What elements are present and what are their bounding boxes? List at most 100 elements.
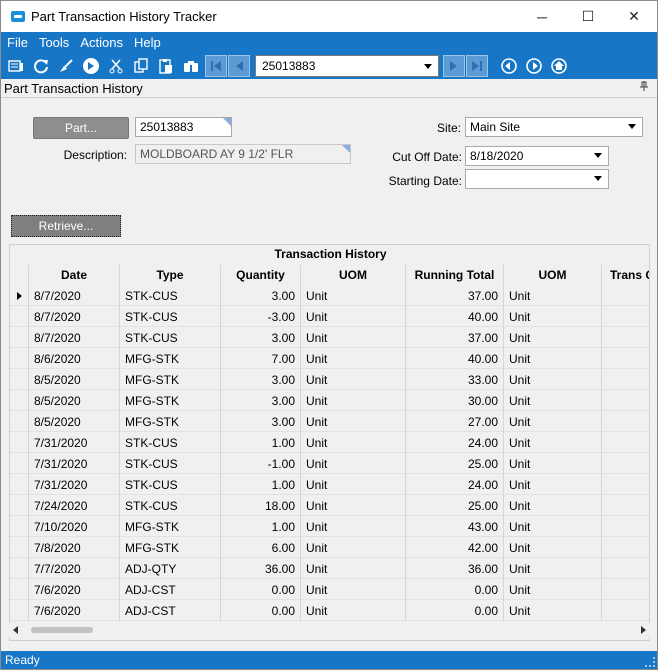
clear-icon[interactable]	[55, 55, 77, 77]
cell-running-total[interactable]: 37.00	[406, 285, 504, 306]
cell-date[interactable]: 8/7/2020	[29, 285, 120, 306]
cell-type[interactable]: STK-CUS	[120, 327, 221, 348]
table-row[interactable]: 7/7/2020 ADJ-QTY 36.00 Unit 36.00 Unit	[10, 558, 649, 579]
cell-type[interactable]: MFG-STK	[120, 537, 221, 558]
home-icon[interactable]	[548, 55, 570, 77]
cell-uom-2[interactable]: Unit	[504, 558, 602, 579]
site-dropdown[interactable]: Main Site	[465, 117, 643, 137]
table-row[interactable]: 8/7/2020 STK-CUS -3.00 Unit 40.00 Unit	[10, 306, 649, 327]
starting-date-field[interactable]	[465, 169, 609, 189]
binoculars-icon[interactable]	[180, 55, 202, 77]
back-circle-icon[interactable]	[498, 55, 520, 77]
menu-actions[interactable]: Actions	[75, 35, 128, 50]
resize-grip-icon[interactable]	[645, 657, 655, 667]
cell-type[interactable]: MFG-STK	[120, 348, 221, 369]
cell-uom-2[interactable]: Unit	[504, 453, 602, 474]
cell-trans-qty[interactable]	[602, 600, 649, 621]
paste-icon[interactable]	[155, 55, 177, 77]
cell-quantity[interactable]: 3.00	[221, 369, 301, 390]
cutoff-date-field[interactable]: 8/18/2020	[465, 146, 609, 166]
cell-type[interactable]: ADJ-QTY	[120, 558, 221, 579]
cell-uom-2[interactable]: Unit	[504, 516, 602, 537]
cell-date[interactable]: 7/24/2020	[29, 495, 120, 516]
cell-uom-2[interactable]: Unit	[504, 600, 602, 621]
cell-running-total[interactable]: 0.00	[406, 600, 504, 621]
retrieve-button[interactable]: Retrieve...	[11, 215, 121, 237]
cell-uom-2[interactable]: Unit	[504, 411, 602, 432]
row-selector[interactable]	[10, 516, 29, 537]
cell-running-total[interactable]: 40.00	[406, 348, 504, 369]
cell-uom-2[interactable]: Unit	[504, 495, 602, 516]
cell-date[interactable]: 7/7/2020	[29, 558, 120, 579]
row-selector[interactable]	[10, 474, 29, 495]
cell-trans-qty[interactable]	[602, 432, 649, 453]
cell-date[interactable]: 7/8/2020	[29, 537, 120, 558]
cell-trans-qty[interactable]	[602, 411, 649, 432]
cell-uom[interactable]: Unit	[301, 369, 406, 390]
cell-uom[interactable]: Unit	[301, 495, 406, 516]
cell-type[interactable]: MFG-STK	[120, 369, 221, 390]
cell-running-total[interactable]: 24.00	[406, 432, 504, 453]
cell-running-total[interactable]: 33.00	[406, 369, 504, 390]
cell-running-total[interactable]: 25.00	[406, 495, 504, 516]
cut-icon[interactable]	[105, 55, 127, 77]
table-row[interactable]: 8/5/2020 MFG-STK 3.00 Unit 27.00 Unit	[10, 411, 649, 432]
cell-running-total[interactable]: 30.00	[406, 390, 504, 411]
part-button[interactable]: Part...	[33, 117, 129, 139]
cell-date[interactable]: 8/7/2020	[29, 327, 120, 348]
table-row[interactable]: 7/31/2020 STK-CUS 1.00 Unit 24.00 Unit	[10, 432, 649, 453]
row-selector[interactable]	[10, 390, 29, 411]
copy-icon[interactable]	[130, 55, 152, 77]
cell-quantity[interactable]: 1.00	[221, 516, 301, 537]
cell-quantity[interactable]: 3.00	[221, 390, 301, 411]
cell-quantity[interactable]: 18.00	[221, 495, 301, 516]
table-row[interactable]: 7/10/2020 MFG-STK 1.00 Unit 43.00 Unit	[10, 516, 649, 537]
cell-running-total[interactable]: 24.00	[406, 474, 504, 495]
menu-file[interactable]: File	[2, 35, 33, 50]
cell-trans-qty[interactable]	[602, 474, 649, 495]
menu-help[interactable]: Help	[129, 35, 166, 50]
cell-uom[interactable]: Unit	[301, 390, 406, 411]
cell-quantity[interactable]: 3.00	[221, 285, 301, 306]
print-icon[interactable]	[5, 55, 27, 77]
cell-trans-qty[interactable]	[602, 453, 649, 474]
cell-type[interactable]: STK-CUS	[120, 432, 221, 453]
cell-date[interactable]: 8/5/2020	[29, 411, 120, 432]
cell-trans-qty[interactable]	[602, 348, 649, 369]
cell-running-total[interactable]: 0.00	[406, 579, 504, 600]
part-field[interactable]: 25013883	[135, 117, 232, 137]
cell-quantity[interactable]: 3.00	[221, 327, 301, 348]
cell-uom[interactable]: Unit	[301, 558, 406, 579]
cell-uom[interactable]: Unit	[301, 579, 406, 600]
cell-trans-qty[interactable]	[602, 369, 649, 390]
cell-quantity[interactable]: -1.00	[221, 453, 301, 474]
cell-uom[interactable]: Unit	[301, 453, 406, 474]
cell-uom-2[interactable]: Unit	[504, 579, 602, 600]
cell-uom[interactable]: Unit	[301, 600, 406, 621]
scroll-left-icon[interactable]	[13, 626, 18, 634]
cell-uom[interactable]: Unit	[301, 474, 406, 495]
cell-quantity[interactable]: 7.00	[221, 348, 301, 369]
column-header-quantity[interactable]: Quantity	[221, 265, 301, 285]
cell-date[interactable]: 7/6/2020	[29, 579, 120, 600]
cell-uom-2[interactable]: Unit	[504, 285, 602, 306]
cell-trans-qty[interactable]	[602, 558, 649, 579]
row-selector[interactable]	[10, 411, 29, 432]
cell-type[interactable]: ADJ-CST	[120, 579, 221, 600]
row-selector[interactable]	[10, 348, 29, 369]
table-row[interactable]: 7/6/2020 ADJ-CST 0.00 Unit 0.00 Unit	[10, 579, 649, 600]
cell-running-total[interactable]: 40.00	[406, 306, 504, 327]
forward-circle-icon[interactable]	[80, 55, 102, 77]
cell-type[interactable]: MFG-STK	[120, 390, 221, 411]
cell-running-total[interactable]: 36.00	[406, 558, 504, 579]
table-row[interactable]: 7/31/2020 STK-CUS -1.00 Unit 25.00 Unit	[10, 453, 649, 474]
cell-trans-qty[interactable]	[602, 516, 649, 537]
column-header-uom[interactable]: UOM	[301, 265, 406, 285]
cell-uom[interactable]: Unit	[301, 537, 406, 558]
scroll-thumb[interactable]	[31, 627, 93, 633]
cell-type[interactable]: STK-CUS	[120, 453, 221, 474]
cell-date[interactable]: 7/31/2020	[29, 453, 120, 474]
table-row[interactable]: 8/6/2020 MFG-STK 7.00 Unit 40.00 Unit	[10, 348, 649, 369]
column-header-type[interactable]: Type	[120, 265, 221, 285]
cell-type[interactable]: MFG-STK	[120, 516, 221, 537]
